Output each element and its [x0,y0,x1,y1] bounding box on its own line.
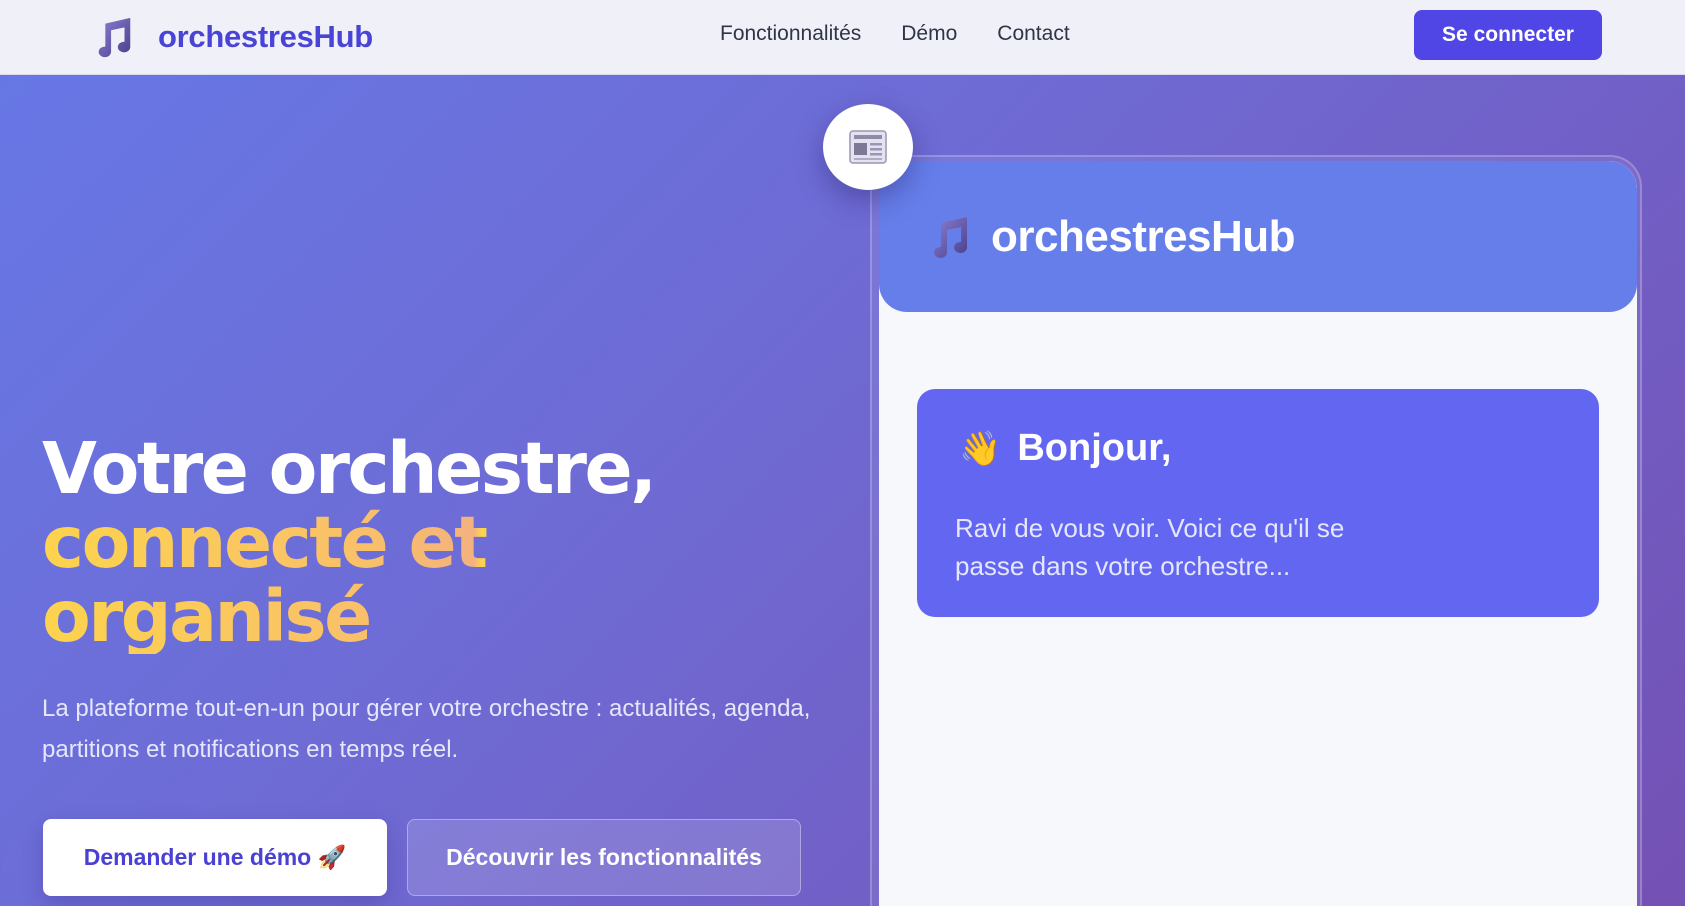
nav-link-features[interactable]: Fonctionnalités [720,22,861,46]
news-badge [823,104,913,190]
brand-logo[interactable]: orchestresHub [90,12,373,62]
welcome-greeting: Bonjour, [1017,427,1172,469]
welcome-message: Ravi de vous voir. Voici ce qu'il se pas… [955,513,1345,581]
nav-links: Fonctionnalités Démo Contact [720,22,1070,46]
hero-subtitle: La plateforme tout-en-un pour gérer votr… [42,695,811,763]
brand-name: orchestresHub [158,19,373,54]
newspaper-icon [849,130,887,164]
nav-link-demo[interactable]: Démo [901,22,957,46]
waving-hand-icon: 👋 [959,429,1002,468]
welcome-title: 👋 Bonjour, [959,427,1171,470]
discover-features-button[interactable]: Découvrir les fonctionnalités [407,819,801,896]
hero-title: Votre orchestre, connecté et organisé [42,432,762,654]
mockup-brand-name: orchestresHub [991,211,1296,261]
top-navbar: orchestresHub Fonctionnalités Démo Conta… [0,0,1685,75]
hero-title-line-2: connecté et [42,506,762,580]
mockup-header: orchestresHub [879,161,1637,312]
request-demo-button[interactable]: Demander une démo 🚀 [43,819,387,896]
welcome-card: 👋 Bonjour, Ravi de vous voir. Voici ce q… [917,389,1599,617]
nav-link-contact[interactable]: Contact [997,22,1069,46]
music-note-icon [934,216,968,258]
music-note-icon [98,17,131,58]
hero-title-line-3: organisé [42,580,762,654]
login-button[interactable]: Se connecter [1414,10,1602,60]
device-mockup-screen: orchestresHub 👋 Bonjour, Ravi de vous vo… [879,161,1637,906]
hero-title-line-1: Votre orchestre, [42,427,657,510]
